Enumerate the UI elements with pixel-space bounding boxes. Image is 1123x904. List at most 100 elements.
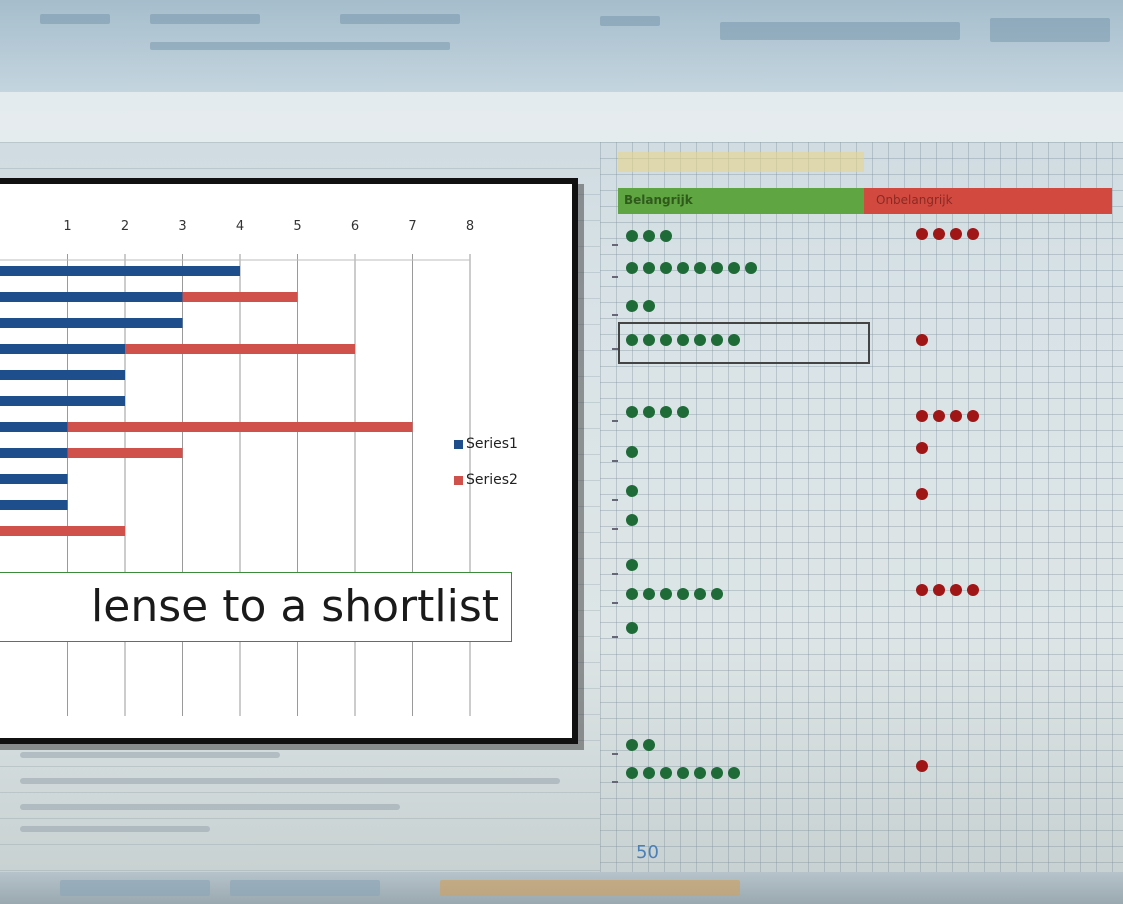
green-vote-dot [660,334,672,346]
green-vote-dot [728,767,740,779]
x-tick-label: 8 [466,219,474,234]
red-vote-dot [933,410,945,422]
header-belangrijk-label: Belangrijk [624,193,693,207]
green-vote-dot [643,588,655,600]
red-vote-dot [916,760,928,772]
taskbar-item[interactable] [60,880,210,896]
green-vote-dot [626,559,638,571]
green-vote-dot [626,485,638,497]
bar-series2 [0,526,125,536]
green-vote-dot [677,262,689,274]
legend-series1-label: Series1 [466,436,518,452]
green-vote-dot [694,767,706,779]
legend-series1: Series1 [454,436,518,452]
green-vote-dot [626,262,638,274]
bar-series1 [0,422,68,432]
green-vote-dot [626,739,638,751]
bar-chart: 1 2 3 4 5 6 7 8 [0,219,474,716]
green-vote-dot [643,739,655,751]
red-vote-dot [967,228,979,240]
bar-series2 [67,422,413,432]
ribbon-alignment-group [340,14,460,24]
row-marker [612,528,618,530]
green-vote-dot [728,262,740,274]
green-vote-dot [711,262,723,274]
x-tick-label: 3 [178,219,186,234]
red-vote-dot [967,410,979,422]
green-vote-dot [626,622,638,634]
page-indicator: 50 [636,842,659,863]
bar-series1 [0,292,183,302]
green-vote-dot [643,767,655,779]
ribbon-clipboard-group [40,14,110,24]
row-marker [612,781,618,783]
ribbon-font-group [150,14,260,24]
formula-bar [0,92,1123,142]
ribbon-format-row [150,42,450,50]
blurred-text-line [20,778,560,784]
x-tick-label: 2 [121,219,129,234]
green-vote-dot [660,406,672,418]
green-vote-dot [643,334,655,346]
ribbon-editing-group [990,18,1110,42]
selected-cell [618,322,870,364]
bar-series1 [0,500,68,510]
bar-series1 [0,266,240,276]
caption-text: lense to a shortlist [0,572,512,642]
red-vote-dot [916,442,928,454]
red-vote-dot [916,228,928,240]
legend-series2-swatch [454,475,463,485]
red-vote-dot [916,334,928,346]
row-marker [612,499,618,501]
taskbar-tray-icons[interactable] [440,880,740,896]
green-vote-dot [626,446,638,458]
taskbar-item[interactable] [230,880,380,896]
red-vote-dot [916,488,928,500]
bar-series1 [0,318,183,328]
bar-series1 [0,448,68,458]
worksheet-grid [600,142,1123,872]
column-header-a [618,152,864,172]
bar-series1 [0,396,125,406]
red-vote-dot [950,584,962,596]
green-vote-dot [711,588,723,600]
x-tick-label: 5 [293,219,301,234]
red-vote-dot [950,410,962,422]
red-vote-dot [950,228,962,240]
row-marker [612,636,618,638]
bar-series2 [125,344,355,354]
red-vote-dot [916,584,928,596]
row-marker [612,244,618,246]
legend-series1-swatch [454,439,463,449]
green-vote-dot [643,406,655,418]
green-vote-dot [626,514,638,526]
green-vote-dot [626,588,638,600]
ribbon-styles-group [720,22,960,40]
red-vote-dot [933,584,945,596]
green-vote-dot [745,262,757,274]
red-vote-dot [916,410,928,422]
x-tick-label: 1 [63,219,71,234]
green-vote-dot [626,230,638,242]
row-marker [612,314,618,316]
row-marker [612,348,618,350]
row-marker [612,573,618,575]
green-vote-dot [626,767,638,779]
chart-window: 1 2 3 4 5 6 7 8 Series1 Series2 [0,178,578,744]
green-vote-dot [694,262,706,274]
bar-series1 [0,474,68,484]
bar-series2 [67,448,183,458]
header-onbelangrijk-label: Onbelangrijk [876,193,953,207]
row-marker [612,753,618,755]
green-vote-dot [626,406,638,418]
x-tick-label: 7 [408,219,416,234]
bar-series1 [0,344,125,354]
green-vote-dot [694,588,706,600]
x-tick-label: 6 [351,219,359,234]
green-vote-dot [643,230,655,242]
blurred-text-line [20,826,210,832]
bar-series2 [182,292,298,302]
bar-series1 [0,370,125,380]
legend-series2-label: Series2 [466,472,518,488]
row-marker [612,276,618,278]
